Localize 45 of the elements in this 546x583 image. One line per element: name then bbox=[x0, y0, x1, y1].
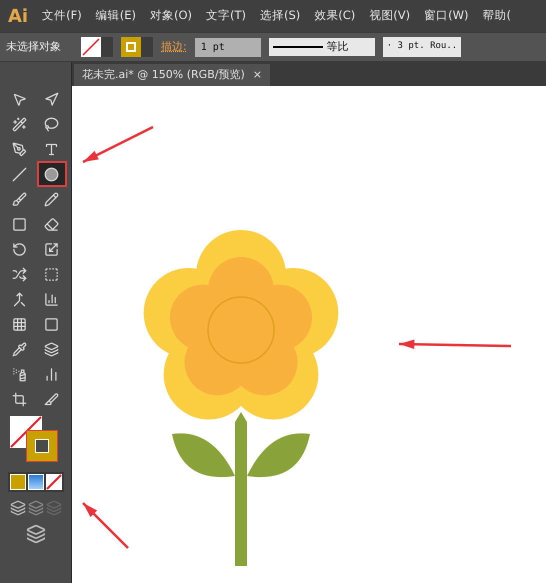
brush-dropdown[interactable]: · 3 pt. Rou.. bbox=[382, 37, 462, 57]
fill-swatch[interactable] bbox=[81, 37, 113, 57]
direct-selection-icon bbox=[44, 92, 59, 106]
selection-status: 未选择对象 bbox=[6, 38, 61, 55]
color-mode-button[interactable] bbox=[10, 474, 26, 490]
line-icon bbox=[12, 166, 27, 182]
menu-item[interactable]: 效果(C) bbox=[314, 7, 356, 25]
eraser-icon bbox=[44, 216, 59, 232]
app-logo: Ai bbox=[8, 4, 28, 28]
annotation-arrow bbox=[82, 126, 154, 164]
document-title: 花未完.ai* @ 150% (RGB/预览) bbox=[82, 66, 245, 83]
close-tab-button[interactable]: × bbox=[252, 66, 262, 84]
type-icon bbox=[44, 142, 59, 156]
menu-item[interactable]: 文字(T) bbox=[206, 7, 246, 25]
menu-item[interactable]: 编辑(E) bbox=[96, 7, 136, 25]
lasso-icon bbox=[44, 116, 59, 132]
stroke-color-swatch[interactable] bbox=[26, 430, 58, 462]
document-tab[interactable]: 花未完.ai* @ 150% (RGB/预览) × bbox=[74, 64, 270, 86]
magic-wand-icon bbox=[12, 116, 27, 132]
tool-button[interactable] bbox=[38, 163, 64, 185]
menu-item[interactable]: 视图(V) bbox=[369, 7, 410, 25]
graph-icon bbox=[44, 366, 59, 382]
menu-item[interactable]: 窗口(W) bbox=[424, 7, 468, 25]
selection-arrow-icon bbox=[12, 92, 27, 106]
ellipse-icon bbox=[44, 166, 59, 182]
gradient-mode-button[interactable] bbox=[28, 474, 44, 490]
menu-item[interactable]: 文件(F) bbox=[42, 7, 82, 25]
slice-icon bbox=[44, 392, 59, 406]
menu-item[interactable]: 对象(O) bbox=[150, 7, 192, 25]
mesh-icon bbox=[12, 316, 27, 332]
pencil-icon bbox=[44, 192, 59, 206]
menu-item[interactable]: 帮助( bbox=[482, 7, 511, 25]
annotation-arrow bbox=[82, 502, 129, 549]
stroke-label: 描边: bbox=[161, 38, 187, 55]
rotate-icon bbox=[12, 242, 27, 256]
none-mode-button[interactable] bbox=[46, 474, 62, 490]
menu-item[interactable]: 选择(S) bbox=[260, 7, 300, 25]
stroke-swatch[interactable] bbox=[121, 37, 153, 57]
stroke-profile-dropdown[interactable]: 等比 bbox=[268, 38, 375, 56]
stroke-weight-field[interactable]: 1 pt bbox=[194, 38, 261, 56]
symbol-sprayer-icon bbox=[12, 366, 27, 382]
eyedropper-icon bbox=[12, 342, 27, 356]
brush-icon bbox=[12, 192, 27, 206]
pen-icon bbox=[12, 142, 27, 156]
scale-icon bbox=[44, 242, 59, 256]
